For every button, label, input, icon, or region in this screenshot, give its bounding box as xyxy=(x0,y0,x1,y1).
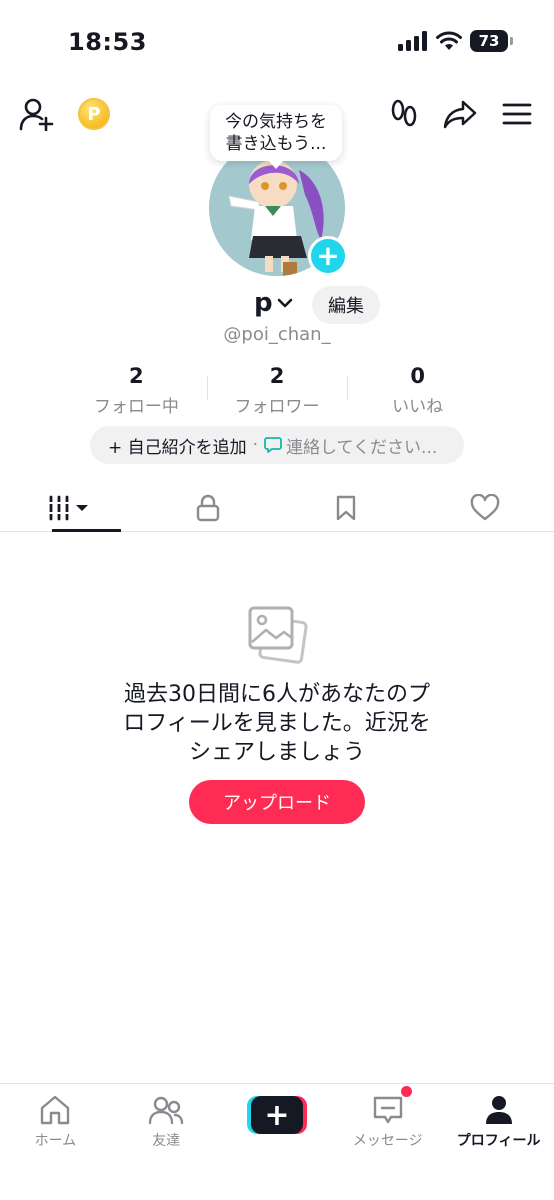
chat-bubble-icon xyxy=(264,437,282,453)
profile-tabs xyxy=(0,484,554,532)
username-switcher[interactable]: p xyxy=(254,288,293,318)
nav-profile[interactable]: プロフィール xyxy=(443,1084,554,1200)
friends-icon xyxy=(148,1096,184,1125)
add-friend-icon[interactable] xyxy=(18,96,56,132)
tab-liked[interactable] xyxy=(416,484,554,531)
profile-stats: 2 フォロー中 2 フォロワー 0 いいね xyxy=(66,364,488,417)
notification-dot xyxy=(401,1086,412,1097)
username: p xyxy=(254,288,273,318)
nav-home[interactable]: ホーム xyxy=(0,1084,111,1200)
message-line: 過去30日間に6人があなたのプ xyxy=(124,682,430,707)
bottom-nav: ホーム 友達 + メッセージ プロフィール xyxy=(0,1083,554,1200)
add-contact-button[interactable]: 連絡してください... xyxy=(286,433,437,458)
inbox-icon xyxy=(373,1096,402,1124)
upload-button[interactable]: アップロード xyxy=(189,780,365,824)
home-icon xyxy=(41,1095,70,1125)
note-line: 書き込もう... xyxy=(225,134,327,154)
message-line: ロフィールを見ました。近況を xyxy=(123,711,431,736)
nav-label: ホーム xyxy=(34,1133,77,1149)
battery-indicator: 73 xyxy=(470,30,513,52)
create-icon: + xyxy=(246,1096,307,1134)
tab-saved[interactable] xyxy=(277,484,416,531)
wifi-icon xyxy=(436,31,462,50)
empty-state-message: 過去30日間に6人があなたのプ ロフィールを見ました。近況を シェアしましょう xyxy=(70,680,484,767)
status-indicators: 73 xyxy=(398,30,513,52)
nav-label: 友達 xyxy=(152,1133,181,1149)
nav-label: メッセージ xyxy=(352,1133,423,1149)
stat-followers[interactable]: 2 フォロワー xyxy=(206,364,348,417)
edit-profile-button[interactable]: 編集 xyxy=(312,286,380,324)
stat-value: 0 xyxy=(410,364,425,388)
chevron-down-icon xyxy=(277,298,292,308)
stat-label: いいね xyxy=(392,397,444,417)
stat-label: フォロワー xyxy=(234,397,320,417)
tab-private[interactable] xyxy=(139,484,278,531)
tab-videos[interactable] xyxy=(0,484,139,532)
stat-label: フォロー中 xyxy=(93,397,179,417)
note-line: 今の気持ちを xyxy=(225,112,327,132)
coin-icon[interactable]: P xyxy=(78,98,110,130)
lock-icon xyxy=(196,494,219,521)
grid-icon xyxy=(47,495,89,520)
menu-icon[interactable] xyxy=(500,99,534,129)
separator: · xyxy=(252,435,259,455)
add-avatar-button[interactable]: + xyxy=(308,236,348,276)
signal-icon xyxy=(398,31,427,51)
nav-create[interactable]: + xyxy=(222,1084,333,1200)
add-bio-button[interactable]: + 自己紹介を追加 xyxy=(108,433,247,458)
note-bubble[interactable]: 今の気持ちを 書き込もう... xyxy=(210,105,342,169)
bio-bar: + 自己紹介を追加 · 連絡してください... xyxy=(90,426,464,464)
profile-icon xyxy=(485,1096,512,1124)
stat-likes[interactable]: 0 いいね xyxy=(347,364,488,417)
bookmark-icon xyxy=(337,495,356,520)
status-time: 18:53 xyxy=(68,28,147,56)
stat-value: 2 xyxy=(269,364,285,388)
stat-value: 2 xyxy=(129,364,144,388)
message-line: シェアしましょう xyxy=(188,740,365,765)
user-handle: @poi_chan_ xyxy=(223,324,331,345)
nav-inbox[interactable]: メッセージ xyxy=(332,1084,443,1200)
nav-friends[interactable]: 友達 xyxy=(111,1084,222,1200)
stat-following[interactable]: 2 フォロー中 xyxy=(66,364,207,417)
footprints-icon[interactable] xyxy=(388,97,420,131)
heart-icon xyxy=(470,493,500,520)
nav-label: プロフィール xyxy=(456,1133,541,1149)
photos-icon xyxy=(246,604,310,670)
share-icon[interactable] xyxy=(442,97,478,131)
